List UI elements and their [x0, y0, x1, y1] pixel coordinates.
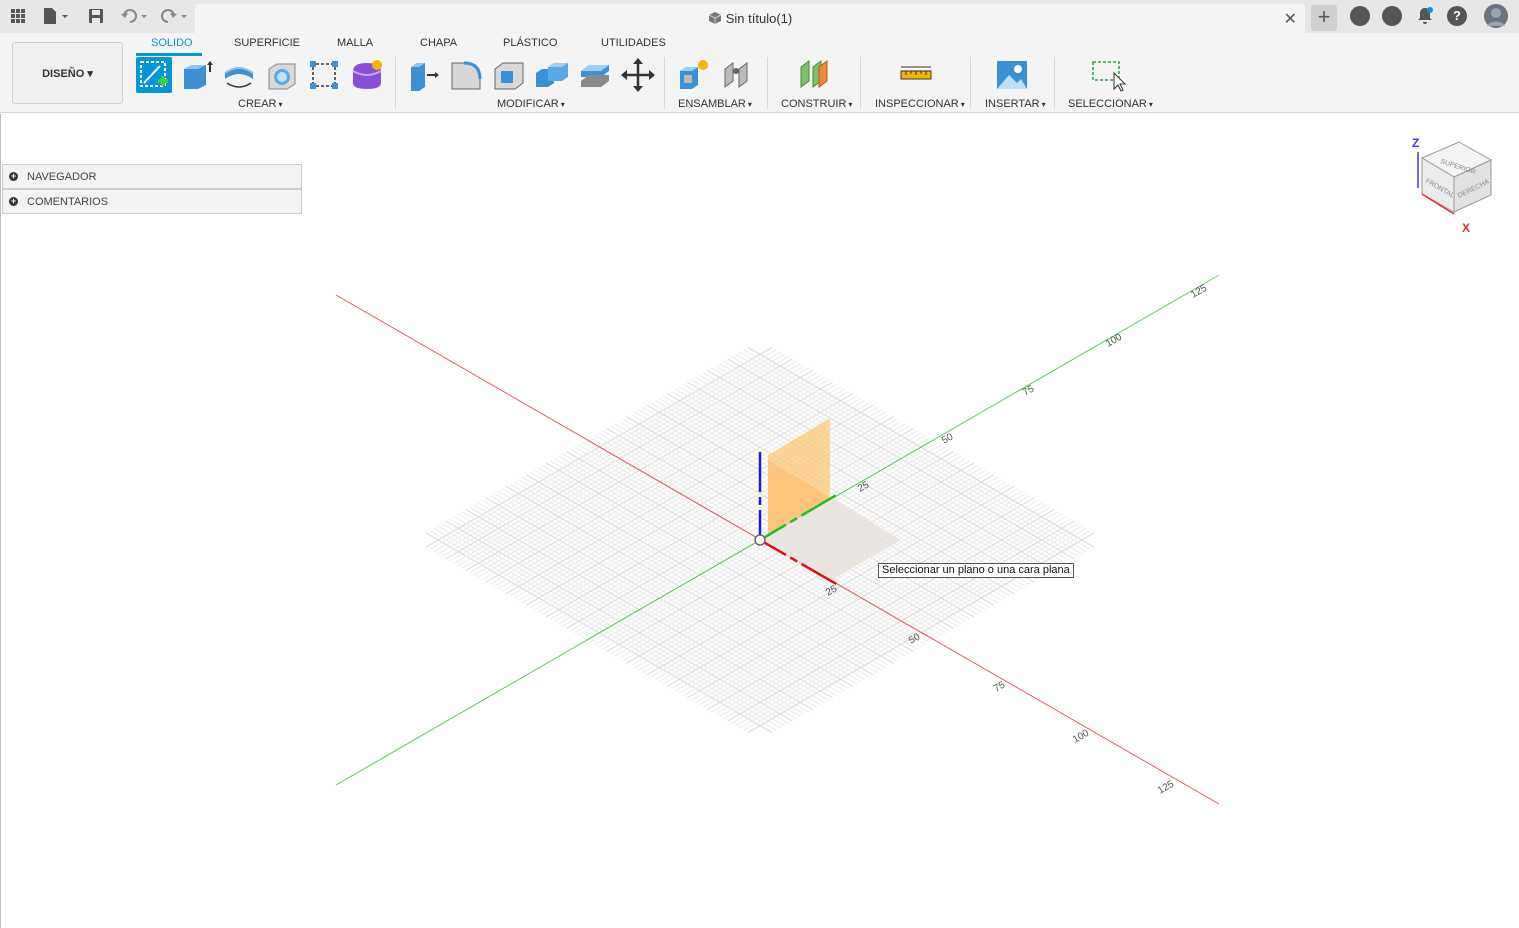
tab-utilidades[interactable]: UTILIDADES [601, 37, 666, 49]
construir-dropdown[interactable]: CONSTRUIR ▾ [781, 98, 852, 110]
document-title-text: Sin título(1) [725, 11, 793, 26]
app-grid-icon[interactable] [8, 6, 28, 26]
extrude-icon[interactable] [178, 57, 214, 93]
expand-icon[interactable]: + [9, 172, 18, 181]
create-form-icon[interactable] [349, 57, 385, 93]
tick-label: 75 [992, 679, 1008, 694]
tick-label: 125 [1189, 283, 1209, 301]
workspace-switcher[interactable]: DISEÑO ▾ [12, 42, 123, 104]
undo-icon[interactable] [118, 6, 150, 26]
3d-viewport[interactable]: 25 50 75 100 125 25 50 75 100 125 SUPERI… [0, 114, 1519, 928]
document-cube-icon [708, 11, 722, 28]
seleccionar-dropdown[interactable]: SELECCIONAR ▾ [1068, 98, 1153, 110]
tab-plastico[interactable]: PLÁSTICO [503, 37, 557, 49]
ribbon-toolbar: DISEÑO ▾ SOLIDO SUPERFICIE MALLA CHAPA P… [0, 33, 1519, 113]
revolve-icon[interactable] [221, 57, 257, 93]
tab-solido[interactable]: SOLIDO [151, 37, 193, 49]
measure-icon[interactable] [898, 57, 934, 93]
window-select-icon[interactable] [1090, 57, 1127, 93]
separator [1054, 57, 1055, 109]
offset-plane-icon[interactable] [797, 57, 833, 93]
combine-icon[interactable] [534, 57, 570, 93]
inspeccionar-dropdown[interactable]: INSPECCIONAR ▾ [875, 98, 965, 110]
tab-chapa[interactable]: CHAPA [420, 37, 457, 49]
shell-icon[interactable] [491, 57, 527, 93]
avatar[interactable] [1484, 4, 1508, 28]
document-tab[interactable]: Sin título(1) ✕ [195, 4, 1305, 33]
notifications-icon[interactable] [1415, 6, 1435, 26]
extensions-icon[interactable] [1350, 6, 1370, 26]
tick-label: 75 [1021, 383, 1037, 398]
separator [860, 57, 861, 109]
move-copy-icon[interactable] [620, 57, 656, 93]
help-icon[interactable]: ? [1447, 6, 1467, 26]
expand-icon[interactable]: + [9, 197, 18, 206]
active-tab-indicator [136, 53, 202, 56]
close-tab-icon[interactable]: ✕ [1284, 9, 1297, 29]
redo-icon[interactable] [158, 6, 190, 26]
title-bar: Sin título(1) ✕ + ? [0, 0, 1519, 33]
viewcube[interactable]: SUPERIOR FRONTAL DERECHA Z X [1412, 136, 1493, 235]
ensamblar-dropdown[interactable]: ENSAMBLAR ▾ [678, 98, 752, 110]
job-status-icon[interactable] [1382, 6, 1402, 26]
save-icon[interactable] [86, 6, 106, 26]
fusion-app: Sin título(1) ✕ + ? DISEÑO ▾ SOLIDO SUPE… [0, 0, 1519, 928]
new-component-icon[interactable] [676, 57, 712, 93]
comments-label: COMENTARIOS [27, 195, 109, 208]
offset-face-icon[interactable] [577, 57, 613, 93]
separator [767, 57, 768, 109]
viewcube-z-label: Z [1412, 136, 1419, 150]
viewport-left-border [0, 114, 1, 928]
viewcube-x-label: X [1462, 221, 1470, 235]
press-pull-icon[interactable] [405, 57, 441, 93]
tab-superficie[interactable]: SUPERFICIE [234, 37, 300, 49]
navigator-label: NAVEGADOR [27, 170, 97, 183]
separator [970, 57, 971, 109]
browser-navigator[interactable]: + NAVEGADOR [2, 164, 302, 189]
pattern-icon[interactable] [306, 57, 342, 93]
insert-image-icon[interactable] [994, 57, 1030, 93]
separator [664, 57, 665, 109]
tooltip: Seleccionar un plano o una cara plana [878, 563, 1074, 578]
insertar-dropdown[interactable]: INSERTAR ▾ [985, 98, 1046, 110]
joint-icon[interactable] [719, 57, 755, 93]
tick-label: 125 [1156, 779, 1176, 797]
tick-label: 50 [940, 431, 956, 446]
browser-comments[interactable]: + COMENTARIOS [2, 189, 302, 214]
separator [395, 57, 396, 109]
document-title: Sin título(1) [195, 11, 1305, 28]
create-sketch-icon[interactable] [136, 57, 172, 93]
hole-icon[interactable] [264, 57, 300, 93]
fillet-icon[interactable] [448, 57, 484, 93]
origin-point [754, 534, 766, 546]
tick-label: 100 [1104, 332, 1124, 350]
modificar-dropdown[interactable]: MODIFICAR ▾ [497, 98, 565, 110]
crear-dropdown[interactable]: CREAR ▾ [238, 98, 283, 110]
tab-malla[interactable]: MALLA [337, 37, 373, 49]
file-menu-icon[interactable] [40, 6, 72, 26]
tick-label: 100 [1071, 728, 1091, 746]
new-tab-button[interactable]: + [1311, 5, 1337, 31]
